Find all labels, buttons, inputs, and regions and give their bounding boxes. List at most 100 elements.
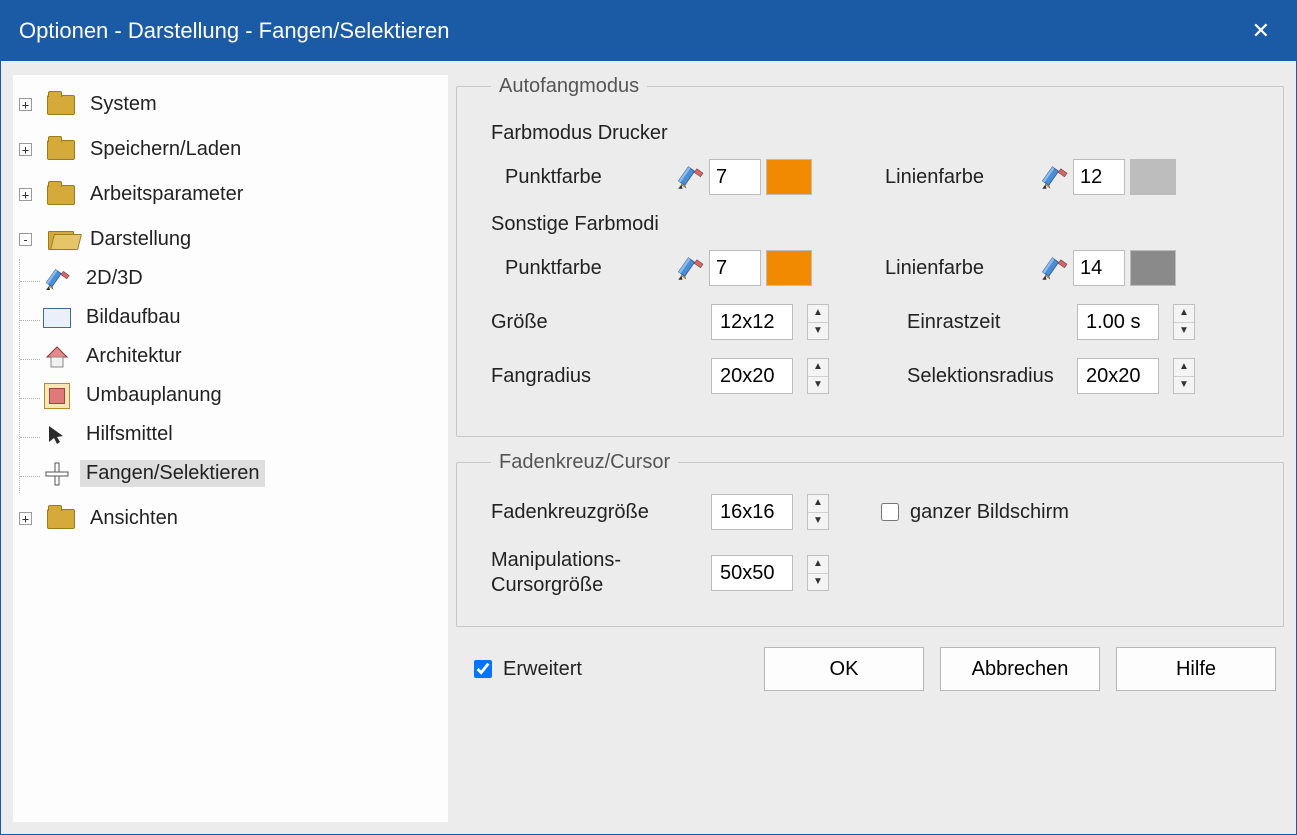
- linienfarbe-pick-button[interactable]: [1035, 253, 1073, 283]
- tree-item-system[interactable]: + System: [19, 85, 442, 124]
- expand-icon[interactable]: +: [19, 143, 32, 156]
- sonstige-punktfarbe-input[interactable]: [709, 250, 761, 286]
- fadenkreuz-label: Fadenkreuzgröße: [491, 501, 711, 524]
- manip-spinner[interactable]: ▲▼: [807, 555, 829, 591]
- cancel-button[interactable]: Abbrechen: [940, 647, 1100, 691]
- einrastzeit-spinner[interactable]: ▲▼: [1173, 304, 1195, 340]
- expand-icon[interactable]: +: [19, 512, 32, 525]
- tree-item-darstellung[interactable]: - Darstellung: [19, 220, 442, 259]
- subheading-drucker: Farbmodus Drucker: [491, 122, 1257, 145]
- help-button[interactable]: Hilfe: [1116, 647, 1276, 691]
- spin-up-icon[interactable]: ▲: [1174, 359, 1194, 377]
- pencil-icon: [42, 267, 72, 291]
- selektionsradius-spinner[interactable]: ▲▼: [1173, 358, 1195, 394]
- linienfarbe-label: Linienfarbe: [885, 257, 1035, 280]
- ganzer-bildschirm-label: ganzer Bildschirm: [910, 501, 1069, 524]
- erweitert-input[interactable]: [474, 660, 492, 678]
- fadenkreuz-input[interactable]: [711, 494, 793, 530]
- spin-up-icon[interactable]: ▲: [808, 305, 828, 323]
- group-legend: Autofangmodus: [491, 75, 647, 98]
- expand-icon[interactable]: +: [19, 98, 32, 111]
- tree-label: Hilfsmittel: [80, 421, 179, 448]
- spin-up-icon[interactable]: ▲: [808, 556, 828, 574]
- drucker-linienfarbe-input[interactable]: [1073, 159, 1125, 195]
- punktfarbe-label: Punktfarbe: [491, 257, 671, 280]
- tree-label: Bildaufbau: [80, 304, 187, 331]
- tree-item-bildaufbau[interactable]: Bildaufbau: [42, 298, 442, 337]
- fangradius-input[interactable]: [711, 358, 793, 394]
- erweitert-label: Erweitert: [503, 658, 582, 681]
- tree-item-arbeitsparameter[interactable]: + Arbeitsparameter: [19, 175, 442, 214]
- linienfarbe-pick-button[interactable]: [1035, 162, 1073, 192]
- autofangmodus-group: Autofangmodus Farbmodus Drucker Punktfar…: [456, 75, 1284, 437]
- fangradius-label: Fangradius: [491, 365, 711, 388]
- tree-label: Fangen/Selektieren: [80, 460, 265, 487]
- cursor-group: Fadenkreuz/Cursor Fadenkreuzgröße ▲▼ gan…: [456, 451, 1284, 627]
- tree-label: Umbauplanung: [80, 382, 228, 409]
- tree-item-fangen[interactable]: Fangen/Selektieren: [42, 454, 442, 493]
- spin-down-icon[interactable]: ▼: [808, 377, 828, 394]
- fangradius-spinner[interactable]: ▲▼: [807, 358, 829, 394]
- manip-label: Manipulations- Cursorgröße: [491, 548, 711, 598]
- expand-icon[interactable]: +: [19, 188, 32, 201]
- ganzer-bildschirm-checkbox[interactable]: ganzer Bildschirm: [877, 500, 1257, 524]
- punktfarbe-pick-button[interactable]: [671, 253, 709, 283]
- titlebar: Optionen - Darstellung - Fangen/Selektie…: [1, 1, 1296, 61]
- spin-up-icon[interactable]: ▲: [1174, 305, 1194, 323]
- cursor-icon: [42, 423, 72, 447]
- rectangle-icon: [42, 306, 72, 330]
- linienfarbe-label: Linienfarbe: [885, 166, 1035, 189]
- ok-button[interactable]: OK: [764, 647, 924, 691]
- window-title: Optionen - Darstellung - Fangen/Selektie…: [19, 18, 449, 44]
- punktfarbe-pick-button[interactable]: [671, 162, 709, 192]
- spin-down-icon[interactable]: ▼: [808, 513, 828, 530]
- tree-label: System: [84, 91, 163, 118]
- house-icon: [42, 345, 72, 369]
- spin-down-icon[interactable]: ▼: [808, 323, 828, 340]
- collapse-icon[interactable]: -: [19, 233, 32, 246]
- tree-item-hilfsmittel[interactable]: Hilfsmittel: [42, 415, 442, 454]
- tree-item-2d3d[interactable]: 2D/3D: [42, 259, 442, 298]
- folder-icon: [46, 507, 76, 531]
- sonstige-linienfarbe-swatch[interactable]: [1130, 250, 1176, 286]
- drucker-linienfarbe-swatch[interactable]: [1130, 159, 1176, 195]
- tree-item-ansichten[interactable]: + Ansichten: [19, 499, 442, 538]
- erweitert-checkbox[interactable]: Erweitert: [470, 657, 582, 681]
- sonstige-punktfarbe-swatch[interactable]: [766, 250, 812, 286]
- umbau-icon: [42, 384, 72, 408]
- spin-down-icon[interactable]: ▼: [1174, 323, 1194, 340]
- groesse-spinner[interactable]: ▲▼: [807, 304, 829, 340]
- subheading-sonstige: Sonstige Farbmodi: [491, 213, 1257, 236]
- spin-up-icon[interactable]: ▲: [808, 359, 828, 377]
- close-icon[interactable]: ✕: [1244, 10, 1278, 52]
- tree-label: Darstellung: [84, 226, 197, 253]
- tree-item-speichern[interactable]: + Speichern/Laden: [19, 130, 442, 169]
- tree-item-architektur[interactable]: Architektur: [42, 337, 442, 376]
- manip-input[interactable]: [711, 555, 793, 591]
- group-legend: Fadenkreuz/Cursor: [491, 451, 678, 474]
- tree-label: Arbeitsparameter: [84, 181, 249, 208]
- groesse-label: Größe: [491, 311, 711, 334]
- groesse-input[interactable]: [711, 304, 793, 340]
- drucker-punktfarbe-swatch[interactable]: [766, 159, 812, 195]
- drucker-punktfarbe-input[interactable]: [709, 159, 761, 195]
- spin-down-icon[interactable]: ▼: [808, 574, 828, 591]
- tree-label: Speichern/Laden: [84, 136, 247, 163]
- options-dialog: Optionen - Darstellung - Fangen/Selektie…: [0, 0, 1297, 835]
- folder-icon: [46, 93, 76, 117]
- selektionsradius-label: Selektionsradius: [907, 365, 1077, 388]
- folder-icon: [46, 138, 76, 162]
- sonstige-linienfarbe-input[interactable]: [1073, 250, 1125, 286]
- tree-item-umbauplanung[interactable]: Umbauplanung: [42, 376, 442, 415]
- folder-open-icon: [46, 228, 76, 252]
- category-tree: + System + Speichern/Laden +: [13, 75, 448, 822]
- crosshair-icon: [42, 462, 72, 486]
- einrastzeit-input[interactable]: [1077, 304, 1159, 340]
- spin-down-icon[interactable]: ▼: [1174, 377, 1194, 394]
- tree-label: Ansichten: [84, 505, 184, 532]
- selektionsradius-input[interactable]: [1077, 358, 1159, 394]
- fadenkreuz-spinner[interactable]: ▲▼: [807, 494, 829, 530]
- spin-up-icon[interactable]: ▲: [808, 495, 828, 513]
- ganzer-bildschirm-input[interactable]: [881, 503, 899, 521]
- tree-label: Architektur: [80, 343, 188, 370]
